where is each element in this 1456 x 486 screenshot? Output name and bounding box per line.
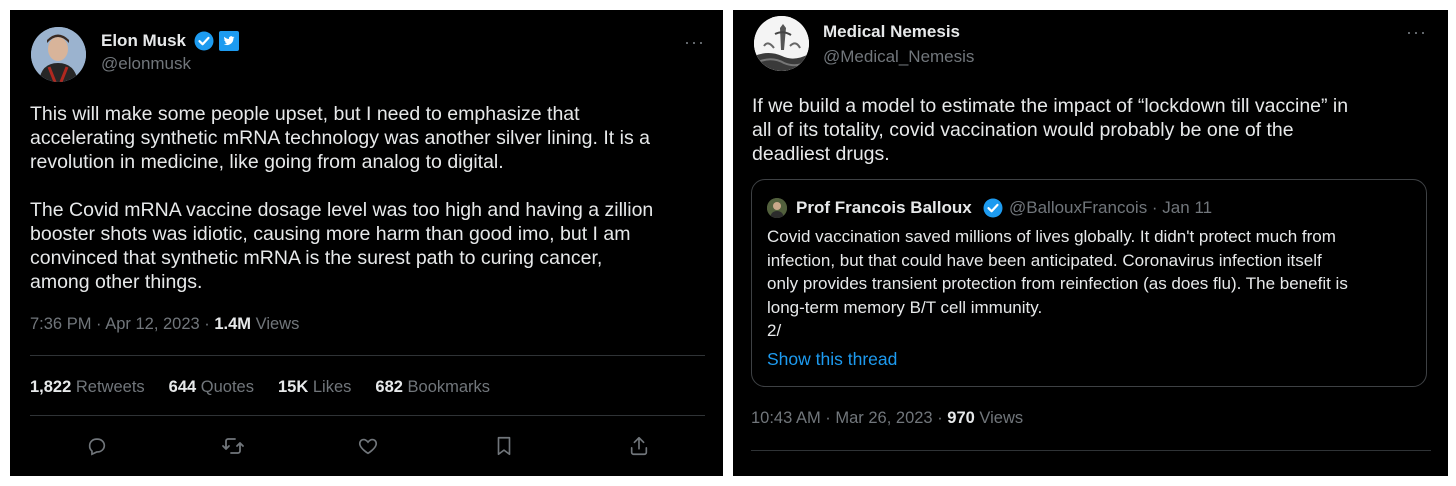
author-name[interactable]: Elon Musk [101, 31, 186, 51]
avatar[interactable] [754, 16, 809, 71]
author-name[interactable]: Medical Nemesis [823, 22, 960, 42]
quoted-text: Covid vaccination saved millions of live… [767, 227, 1348, 340]
verified-badge-icon [194, 31, 214, 51]
tweet-timestamp: 7:36 PM · Apr 12, 2023 · 1.4M Views [30, 315, 299, 334]
quoted-handle-date: @BallouxFrancois · Jan 11 [1009, 198, 1213, 217]
retweet-icon [221, 438, 244, 454]
tweet-actions [85, 434, 651, 458]
retweets-label: Retweets [71, 378, 145, 396]
tweet-stats: 1,822 Retweets 644 Quotes 15K Likes 682 … [30, 378, 490, 397]
bookmarks-stat[interactable]: 682 Bookmarks [375, 378, 490, 397]
divider [30, 415, 705, 416]
views-count: 1.4M [214, 315, 252, 333]
likes-label: Likes [308, 378, 352, 396]
bookmark-icon [497, 436, 510, 456]
bookmarks-count: 682 [375, 378, 403, 396]
likes-stat[interactable]: 15K Likes [278, 378, 351, 397]
views-label: Views [974, 409, 1024, 427]
quoted-avatar [767, 198, 787, 218]
tweet-elon-musk: Elon Musk @elonmusk ··· This will make s… [10, 10, 723, 476]
divider [751, 450, 1431, 451]
avatar[interactable] [31, 27, 86, 82]
divider [30, 355, 705, 356]
bookmarks-label: Bookmarks [402, 378, 491, 396]
share-icon [630, 436, 648, 456]
like-icon [358, 438, 378, 455]
like-button[interactable] [356, 434, 380, 458]
retweet-button[interactable] [221, 434, 245, 458]
author-handle[interactable]: @Medical_Nemesis [823, 47, 974, 67]
share-button[interactable] [627, 434, 651, 458]
more-options-button[interactable]: ··· [684, 33, 705, 51]
twitter-icon [219, 31, 239, 51]
quoted-tweet[interactable]: Prof Francois Balloux @BallouxFrancois ·… [751, 179, 1427, 387]
views-count: 970 [947, 409, 975, 427]
quotes-count: 644 [168, 378, 197, 396]
likes-count: 15K [278, 378, 309, 396]
reply-button[interactable] [85, 434, 109, 458]
retweets-count: 1,822 [30, 378, 72, 396]
show-this-thread-link[interactable]: Show this thread [767, 349, 897, 370]
tweet-timestamp: 10:43 AM · Mar 26, 2023 · 970 Views [751, 409, 1023, 428]
timestamp-text[interactable]: 7:36 PM · Apr 12, 2023 · [30, 315, 214, 333]
quoted-author-name: Prof Francois Balloux [796, 198, 972, 217]
author-handle[interactable]: @elonmusk [101, 54, 191, 74]
verified-badge-icon [983, 198, 1003, 218]
timestamp-text[interactable]: 10:43 AM · Mar 26, 2023 · [751, 409, 947, 427]
quotes-label: Quotes [196, 378, 254, 396]
bookmark-button[interactable] [492, 434, 516, 458]
reply-icon [88, 438, 106, 456]
views-label: Views [251, 315, 300, 333]
more-options-button[interactable]: ··· [1406, 23, 1427, 41]
tweet-text: This will make some people upset, but I … [30, 103, 654, 293]
tweet-text: If we build a model to estimate the impa… [752, 95, 1349, 165]
quotes-stat[interactable]: 644 Quotes [169, 378, 254, 397]
retweets-stat[interactable]: 1,822 Retweets [30, 378, 145, 397]
tweet-medical-nemesis: Medical Nemesis @Medical_Nemesis ··· If … [733, 10, 1448, 476]
